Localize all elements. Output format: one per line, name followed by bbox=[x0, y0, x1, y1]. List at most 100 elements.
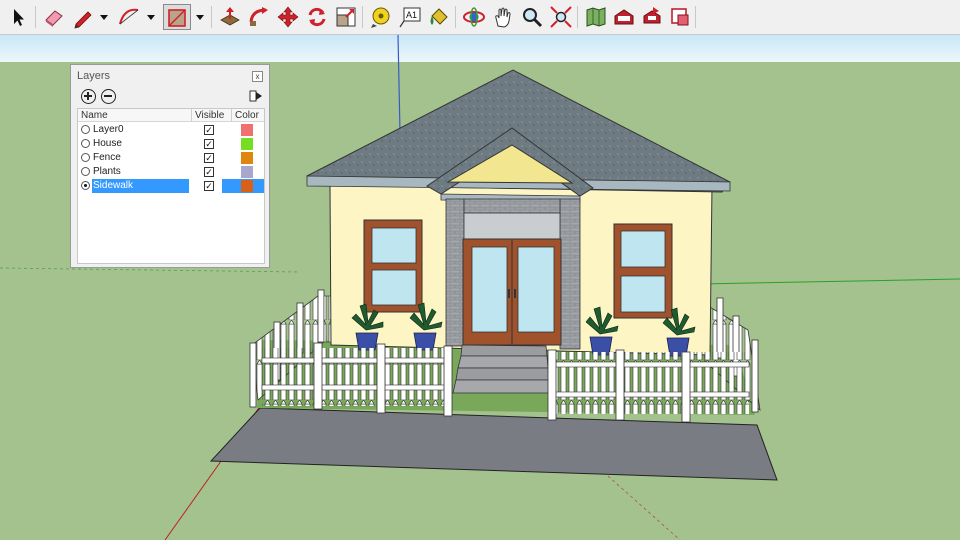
rectangle-dropdown[interactable] bbox=[194, 4, 206, 30]
3d-warehouse-tool-button[interactable] bbox=[611, 4, 637, 30]
layer-color-cell bbox=[222, 137, 264, 151]
paint-bucket-tool-button[interactable] bbox=[426, 4, 452, 30]
layer-row[interactable]: House ✓ bbox=[78, 137, 264, 151]
window-right bbox=[613, 223, 673, 319]
step-low bbox=[455, 367, 550, 381]
follow-me-tool-button[interactable] bbox=[246, 4, 272, 30]
door-transom bbox=[463, 212, 561, 240]
visible-checkbox[interactable]: ✓ bbox=[204, 153, 214, 163]
map-icon bbox=[586, 7, 606, 27]
visible-checkbox[interactable]: ✓ bbox=[204, 181, 214, 191]
column-header-visible[interactable]: Visible bbox=[192, 109, 232, 122]
hand-icon bbox=[495, 7, 511, 28]
details-arrow-icon bbox=[249, 90, 262, 102]
details-button[interactable] bbox=[249, 89, 263, 103]
text-tool-button[interactable]: A1 bbox=[397, 4, 423, 30]
arc-dropdown[interactable] bbox=[145, 4, 157, 30]
rotate-tool-button[interactable] bbox=[304, 4, 330, 30]
extension-warehouse-tool-button[interactable] bbox=[667, 4, 693, 30]
window-left bbox=[363, 219, 423, 313]
layer-name[interactable]: Fence bbox=[92, 151, 189, 165]
toolbar-separator bbox=[695, 6, 696, 28]
delete-layer-button[interactable] bbox=[101, 89, 116, 104]
layer-color-cell bbox=[222, 123, 264, 137]
close-button[interactable]: x bbox=[252, 71, 263, 82]
visible-checkbox[interactable]: ✓ bbox=[204, 167, 214, 177]
chevron-down-icon bbox=[147, 15, 155, 20]
select-tool-button[interactable] bbox=[6, 4, 32, 30]
layer-name[interactable]: Layer0 bbox=[92, 123, 189, 137]
orbit-tool-button[interactable] bbox=[461, 4, 487, 30]
share-model-tool-button[interactable] bbox=[639, 4, 665, 30]
toolbar-separator bbox=[577, 6, 578, 28]
toolbar-separator bbox=[35, 6, 36, 28]
color-swatch[interactable] bbox=[241, 138, 253, 150]
eraser-icon bbox=[45, 10, 63, 27]
arrow-icon bbox=[14, 9, 24, 26]
rotate-icon bbox=[308, 7, 326, 27]
layer-color-cell bbox=[222, 151, 264, 165]
pencil-icon bbox=[74, 11, 92, 29]
zoom-extents-icon bbox=[550, 6, 572, 28]
layer-row[interactable]: Sidewalk ✓ bbox=[78, 179, 264, 193]
active-layer-radio[interactable] bbox=[81, 153, 90, 162]
step-bottom bbox=[452, 379, 551, 394]
active-layer-radio[interactable] bbox=[81, 125, 90, 134]
sky bbox=[0, 35, 960, 62]
layer-row[interactable]: Fence ✓ bbox=[78, 151, 264, 165]
extension-warehouse-icon bbox=[671, 8, 689, 26]
layer-name[interactable]: Plants bbox=[92, 165, 189, 179]
arc-icon bbox=[119, 8, 139, 25]
column-header-name[interactable]: Name bbox=[78, 109, 192, 122]
layer-name[interactable]: Sidewalk bbox=[92, 179, 189, 193]
color-swatch[interactable] bbox=[241, 180, 253, 192]
door-handle-right bbox=[514, 289, 516, 298]
layer-row[interactable]: Plants ✓ bbox=[78, 165, 264, 179]
layer-row[interactable]: Layer0 ✓ bbox=[78, 123, 264, 137]
move-icon bbox=[277, 6, 299, 28]
layer-name[interactable]: House bbox=[92, 137, 189, 151]
scale-tool-button[interactable] bbox=[333, 4, 359, 30]
active-layer-radio[interactable] bbox=[81, 181, 90, 190]
color-swatch[interactable] bbox=[241, 166, 253, 178]
layers-panel: Layers x Name Visible Color Layer0 ✓ House… bbox=[70, 64, 270, 268]
brick-lintel bbox=[463, 198, 561, 214]
zoom-extents-tool-button[interactable] bbox=[548, 4, 574, 30]
door-glass-right bbox=[517, 246, 555, 333]
chevron-down-icon bbox=[100, 15, 108, 20]
zoom-tool-button[interactable] bbox=[519, 4, 545, 30]
visible-checkbox[interactable]: ✓ bbox=[204, 125, 214, 135]
layer-color-cell bbox=[222, 165, 264, 179]
pan-tool-button[interactable] bbox=[490, 4, 516, 30]
active-layer-radio[interactable] bbox=[81, 167, 90, 176]
eraser-tool-button[interactable] bbox=[41, 4, 67, 30]
brick-pillar-left bbox=[445, 198, 465, 347]
brick-pillar-right bbox=[559, 198, 581, 350]
layers-panel-title: Layers bbox=[77, 70, 111, 82]
rectangle-tool-button[interactable] bbox=[163, 4, 191, 30]
fence-front-left bbox=[261, 342, 453, 417]
warehouse-icon bbox=[614, 9, 634, 25]
visible-checkbox[interactable]: ✓ bbox=[204, 139, 214, 149]
tape-measure-tool-button[interactable] bbox=[368, 4, 394, 30]
column-header-color[interactable]: Color bbox=[232, 109, 264, 122]
color-swatch[interactable] bbox=[241, 124, 253, 136]
push-pull-tool-button[interactable] bbox=[217, 4, 243, 30]
tape-measure-icon bbox=[371, 7, 390, 28]
add-location-tool-button[interactable] bbox=[583, 4, 609, 30]
chevron-down-icon bbox=[196, 15, 204, 20]
color-swatch[interactable] bbox=[241, 152, 253, 164]
active-layer-radio[interactable] bbox=[81, 139, 90, 148]
move-tool-button[interactable] bbox=[275, 4, 301, 30]
rectangle-icon bbox=[168, 9, 186, 27]
layer-color-cell bbox=[222, 179, 264, 193]
pencil-tool-button[interactable] bbox=[70, 4, 96, 30]
push-pull-icon bbox=[220, 7, 240, 26]
door-handle-left bbox=[508, 289, 510, 298]
add-layer-button[interactable] bbox=[81, 89, 96, 104]
paint-bucket-icon bbox=[430, 8, 448, 25]
step-top bbox=[460, 344, 548, 357]
pencil-dropdown[interactable] bbox=[98, 4, 110, 30]
arc-tool-button[interactable] bbox=[116, 4, 142, 30]
toolbar: A1 bbox=[0, 0, 960, 35]
